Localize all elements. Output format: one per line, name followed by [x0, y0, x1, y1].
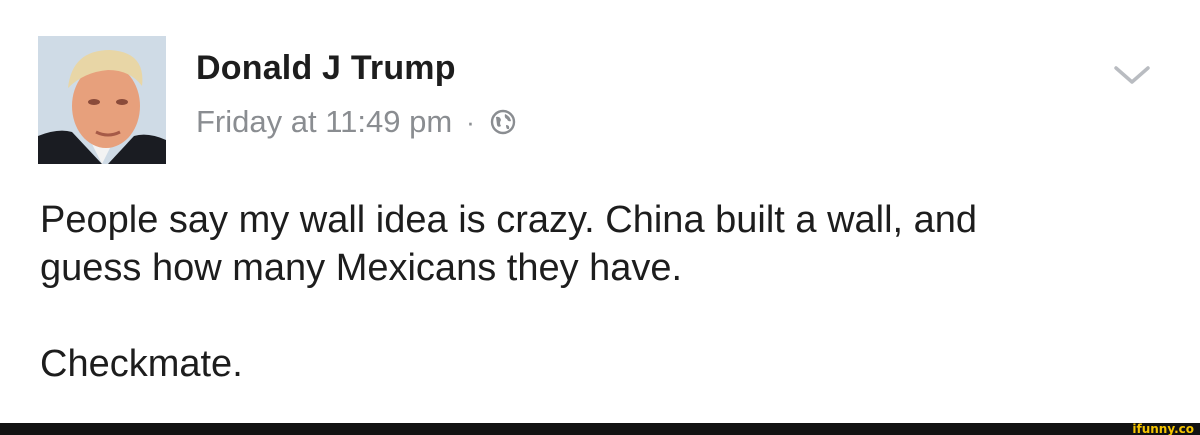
facebook-post: Donald J Trump Friday at 11:49 pm · Peop…	[0, 0, 1200, 435]
post-closing-line: Checkmate.	[40, 343, 243, 385]
post-header: Donald J Trump Friday at 11:49 pm ·	[38, 36, 1162, 166]
post-text-line: People say my wall idea is crazy. China …	[40, 199, 978, 241]
author-name[interactable]: Donald J Trump	[196, 46, 517, 90]
watermark-bar	[0, 423, 1200, 435]
chevron-down-icon[interactable]	[1112, 60, 1152, 90]
post-text-line: guess how many Mexicans they have.	[40, 247, 683, 289]
watermark: ifunny.co	[1132, 422, 1194, 435]
avatar[interactable]	[38, 36, 166, 164]
post-time-row: Friday at 11:49 pm ·	[196, 102, 517, 142]
post-meta: Donald J Trump Friday at 11:49 pm ·	[196, 46, 517, 142]
avatar-portrait-icon	[38, 36, 166, 164]
post-body: People say my wall idea is crazy. China …	[40, 196, 1170, 388]
post-timestamp[interactable]: Friday at 11:49 pm	[196, 102, 452, 142]
globe-icon[interactable]	[489, 108, 517, 136]
meta-separator: ·	[466, 107, 475, 137]
